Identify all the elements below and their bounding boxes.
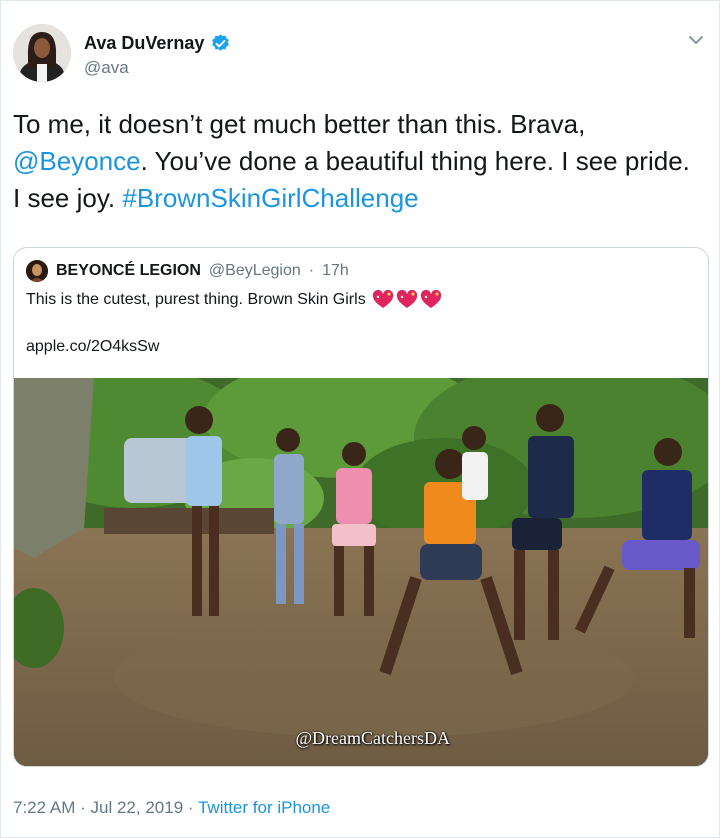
sparkling-hearts [372, 290, 442, 310]
chevron-down-icon[interactable] [687, 31, 705, 49]
quoted-link[interactable]: apple.co/2O4ksSw [26, 338, 159, 356]
video-thumbnail[interactable]: @DreamCatchersDA [14, 378, 708, 766]
quoted-handle[interactable]: @BeyLegion [209, 262, 301, 280]
sparkling-heart-icon [420, 290, 441, 308]
verified-badge-icon [210, 33, 231, 54]
sparkling-heart-icon [372, 290, 393, 308]
separator-dot: · [80, 798, 86, 817]
quoted-display-name[interactable]: BEYONCÉ LEGION [56, 262, 201, 280]
display-name-row[interactable]: Ava DuVernay [84, 33, 231, 54]
video-watermark: @DreamCatchersDA [295, 728, 450, 748]
tweet-time[interactable]: 7:22 AM [13, 798, 75, 817]
separator-dot: · [308, 262, 315, 279]
tweet-text-part: To me, it doesn’t get much better than t… [13, 109, 586, 139]
tweet-text: To me, it doesn’t get much better than t… [13, 106, 703, 217]
display-name[interactable]: Ava DuVernay [84, 33, 204, 54]
separator-dot: · [187, 798, 194, 817]
sparkling-heart-icon [396, 290, 417, 308]
hashtag-link[interactable]: #BrownSkinGirlChallenge [122, 183, 418, 213]
quoted-text: This is the cutest, purest thing. Brown … [26, 291, 366, 308]
quoted-tweet[interactable]: BEYONCÉ LEGION @BeyLegion · 17h This is … [13, 247, 709, 767]
tweet-footer: 7:22 AM · Jul 22, 2019 · Twitter for iPh… [13, 798, 330, 818]
quoted-age[interactable]: 17h [322, 262, 349, 280]
tweet-source-link[interactable]: Twitter for iPhone [198, 798, 330, 817]
author-handle[interactable]: @ava [84, 58, 129, 78]
quoted-avatar[interactable] [26, 260, 48, 282]
quoted-header: BEYONCÉ LEGION @BeyLegion · 17h [26, 260, 349, 282]
tweet-card: Ava DuVernay @ava To me, it doesn’t get … [0, 0, 720, 838]
quoted-text-row: This is the cutest, purest thing. Brown … [26, 290, 442, 310]
avatar[interactable] [13, 24, 71, 82]
mention-link[interactable]: @Beyonce [13, 146, 141, 176]
tweet-date[interactable]: Jul 22, 2019 [91, 798, 184, 817]
